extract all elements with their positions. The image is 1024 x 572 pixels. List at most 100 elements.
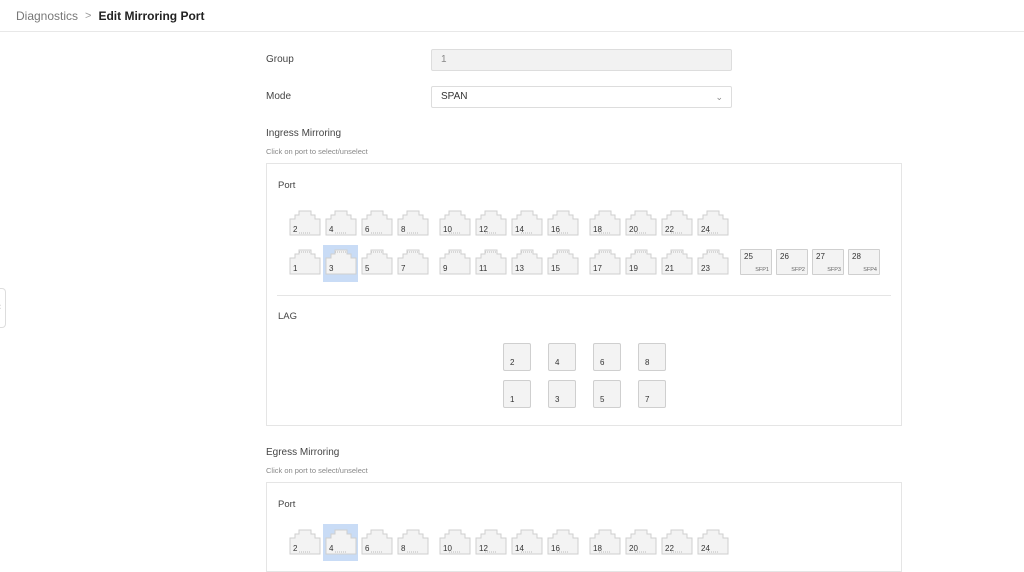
port-17[interactable]: 17 [589, 249, 621, 275]
breadcrumb-diagnostics-link[interactable]: Diagnostics [16, 9, 78, 23]
lag-5[interactable]: 5 [593, 380, 621, 408]
port-7[interactable]: 7 [397, 249, 429, 275]
port-24[interactable]: 24 [697, 210, 729, 236]
mode-select[interactable]: SPAN ⌄ [431, 86, 732, 108]
port-2[interactable]: 2 [289, 210, 321, 236]
mode-select-value: SPAN [441, 91, 468, 102]
port-number: 27 [816, 252, 825, 261]
lag-4[interactable]: 4 [548, 343, 576, 371]
lag-number: 3 [555, 395, 560, 404]
port-number: 3 [329, 264, 334, 273]
port-3[interactable]: 3 [325, 249, 357, 275]
group-label: Group [266, 54, 294, 65]
port-5[interactable]: 5 [361, 249, 393, 275]
lag-7[interactable]: 7 [638, 380, 666, 408]
port-4[interactable]: 4 [325, 210, 357, 236]
port-21[interactable]: 21 [661, 249, 693, 275]
port-number: 7 [401, 264, 406, 273]
divider [277, 295, 891, 296]
port-20[interactable]: 20 [625, 529, 657, 555]
lag-number: 6 [600, 358, 605, 367]
port-number: 18 [593, 225, 602, 234]
port-number: 2 [293, 225, 298, 234]
lag-number: 4 [555, 358, 560, 367]
breadcrumb: Diagnostics > Edit Mirroring Port [0, 0, 1024, 32]
port-6[interactable]: 6 [361, 529, 393, 555]
port-number: 23 [701, 264, 710, 273]
chevron-right-icon: > [85, 9, 92, 22]
port-8[interactable]: 8 [397, 529, 429, 555]
sfp-label: SFP2 [791, 267, 805, 273]
lag-number: 7 [645, 395, 650, 404]
sidebar-toggle-button[interactable]: ‹ [0, 288, 6, 328]
port-23[interactable]: 23 [697, 249, 729, 275]
sfp-port-27[interactable]: 27 SFP3 [812, 249, 844, 275]
port-12[interactable]: 12 [475, 210, 507, 236]
port-15[interactable]: 15 [547, 249, 579, 275]
sfp-port-26[interactable]: 26 SFP2 [776, 249, 808, 275]
port-number: 18 [593, 544, 602, 553]
chevron-down-icon: ⌄ [715, 92, 723, 102]
port-1[interactable]: 1 [289, 249, 321, 275]
lag-3[interactable]: 3 [548, 380, 576, 408]
lag-2[interactable]: 2 [503, 343, 531, 371]
port-18[interactable]: 18 [589, 529, 621, 555]
port-number: 28 [852, 252, 861, 261]
port-14[interactable]: 14 [511, 210, 543, 236]
port-number: 14 [515, 544, 524, 553]
sfp-label: SFP3 [827, 267, 841, 273]
port-18[interactable]: 18 [589, 210, 621, 236]
port-19[interactable]: 19 [625, 249, 657, 275]
port-16[interactable]: 16 [547, 529, 579, 555]
port-13[interactable]: 13 [511, 249, 543, 275]
lag-8[interactable]: 8 [638, 343, 666, 371]
egress-port-label: Port [278, 499, 296, 510]
port-number: 9 [443, 264, 448, 273]
port-10[interactable]: 10 [439, 529, 471, 555]
port-9[interactable]: 9 [439, 249, 471, 275]
egress-hint: Click on port to select/unselect [266, 466, 368, 475]
sfp-port-25[interactable]: 25 SFP1 [740, 249, 772, 275]
group-input: 1 [431, 49, 732, 71]
sfp-port-28[interactable]: 28 SFP4 [848, 249, 880, 275]
port-number: 11 [479, 264, 488, 273]
port-20[interactable]: 20 [625, 210, 657, 236]
lag-number: 8 [645, 358, 650, 367]
port-number: 26 [780, 252, 789, 261]
ingress-mirroring-title: Ingress Mirroring [266, 128, 342, 139]
sfp-label: SFP4 [863, 267, 877, 273]
port-number: 4 [329, 544, 334, 553]
port-6[interactable]: 6 [361, 210, 393, 236]
lag-1[interactable]: 1 [503, 380, 531, 408]
ingress-lag-label: LAG [278, 311, 298, 322]
port-2[interactable]: 2 [289, 529, 321, 555]
port-22[interactable]: 22 [661, 210, 693, 236]
port-16[interactable]: 16 [547, 210, 579, 236]
port-4[interactable]: 4 [325, 529, 357, 555]
port-number: 24 [701, 225, 710, 234]
page-title: Edit Mirroring Port [98, 8, 205, 23]
port-number: 6 [365, 544, 370, 553]
port-number: 10 [443, 225, 452, 234]
port-22[interactable]: 22 [661, 529, 693, 555]
port-number: 4 [329, 225, 334, 234]
ingress-panel: Port 2 4 6 8 10 12 14 16 18 20 22 24 1 3 5 7 9 11 13 15 17 19… [266, 163, 902, 426]
chevron-left-icon: ‹ [0, 301, 1, 311]
port-number: 10 [443, 544, 452, 553]
port-number: 19 [629, 264, 638, 273]
port-14[interactable]: 14 [511, 529, 543, 555]
lag-number: 2 [510, 358, 515, 367]
port-number: 22 [665, 225, 674, 234]
port-number: 21 [665, 264, 674, 273]
port-10[interactable]: 10 [439, 210, 471, 236]
port-number: 17 [593, 264, 602, 273]
port-number: 1 [293, 264, 298, 273]
port-number: 13 [515, 264, 524, 273]
lag-6[interactable]: 6 [593, 343, 621, 371]
port-number: 2 [293, 544, 298, 553]
port-8[interactable]: 8 [397, 210, 429, 236]
port-11[interactable]: 11 [475, 249, 507, 275]
port-12[interactable]: 12 [475, 529, 507, 555]
port-number: 8 [401, 225, 406, 234]
port-24[interactable]: 24 [697, 529, 729, 555]
